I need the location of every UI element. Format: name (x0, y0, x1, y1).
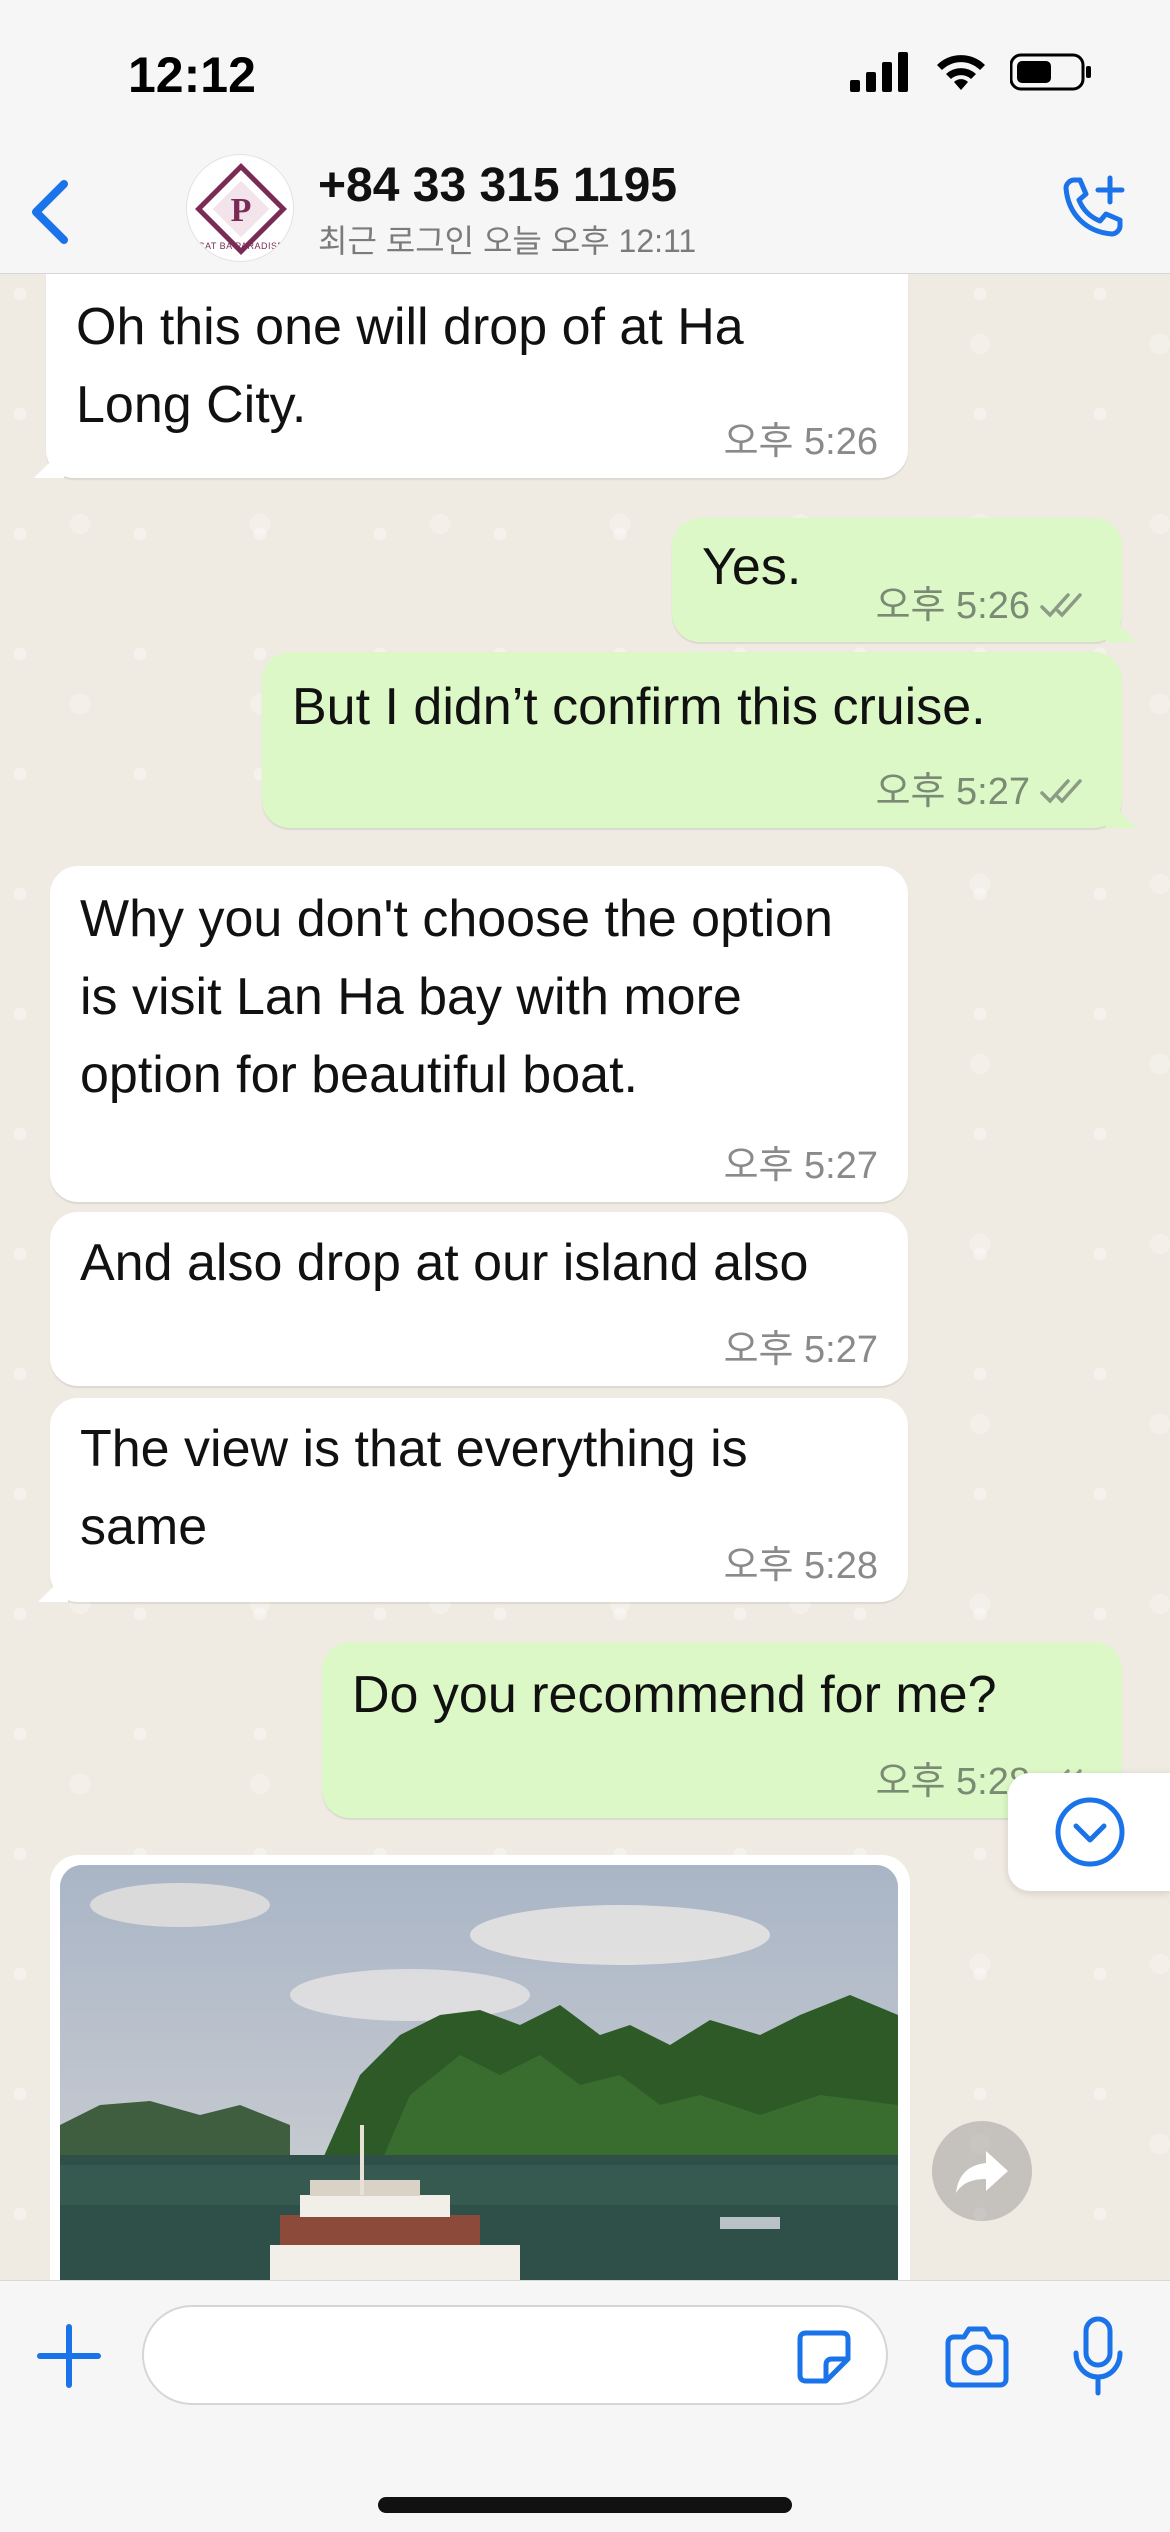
contact-name[interactable]: +84 33 315 1195 (318, 158, 677, 213)
double-check-icon (1040, 779, 1082, 804)
bubble-tail (38, 1572, 68, 1602)
wifi-icon (937, 55, 985, 90)
bubble-tail (34, 448, 64, 478)
back-button[interactable] (22, 172, 82, 252)
microphone-icon (1073, 2316, 1123, 2396)
scroll-to-bottom-button[interactable] (1008, 1773, 1170, 1891)
message-input[interactable] (142, 2305, 888, 2405)
home-indicator (378, 2497, 792, 2513)
microphone-button[interactable] (1068, 2315, 1128, 2399)
sticker-button[interactable] (796, 2329, 852, 2385)
status-bar: 12:12 (0, 0, 1170, 150)
message-bubble-incoming[interactable]: The view is that everything is same 오후 5… (38, 1398, 908, 1602)
chat-area[interactable]: Oh this one will drop of at Ha Long City… (0, 274, 1170, 2280)
sticker-icon (797, 2330, 851, 2384)
message-time-label: 오후 5:27 (875, 771, 1030, 813)
chevron-left-icon (32, 180, 68, 244)
camera-icon (945, 2326, 1009, 2388)
plus-icon (37, 2324, 101, 2388)
message-bubble-outgoing[interactable]: Do you recommend for me? 오후 5:28 (322, 1642, 1136, 1818)
forward-button[interactable] (932, 2121, 1032, 2221)
bubble-tail (1106, 612, 1136, 642)
message-bubble-incoming[interactable]: And also drop at our island also 오후 5:27 (50, 1212, 908, 1386)
message-bubble-outgoing[interactable]: But I didn’t confirm this cruise. 오후 5:2… (262, 652, 1136, 828)
chevron-down-circle-icon (1055, 1797, 1125, 1867)
message-input-bar (0, 2280, 1170, 2532)
message-bubble-incoming[interactable]: Oh this one will drop of at Ha Long City… (34, 274, 908, 478)
message-text: Do you recommend for me? (352, 1666, 997, 1724)
message-text: And also drop at our island also (80, 1234, 809, 1292)
cruise-photo[interactable] (60, 1865, 898, 2280)
message-time: 오후 5:27 (876, 770, 1092, 814)
message-time: 오후 5:27 (723, 1145, 878, 1187)
message-time: 오후 5:27 (723, 1329, 878, 1371)
contact-avatar[interactable]: P CAT BA PARADISE (186, 154, 294, 262)
double-check-icon (1040, 593, 1082, 618)
attach-button[interactable] (34, 2321, 104, 2391)
image-message-bubble[interactable] (50, 1855, 910, 2280)
message-bubble-incoming[interactable]: Why you don't choose the option is visit… (50, 866, 908, 1202)
message-time-label: 오후 5:28 (875, 1761, 1030, 1803)
message-text: But I didn’t confirm this cruise. (292, 678, 986, 736)
battery-icon (1010, 53, 1091, 91)
message-time: 오후 5:26 (723, 421, 878, 463)
message-text: Why you don't choose the option is visit… (80, 890, 833, 1104)
message-bubble-outgoing[interactable]: Yes. 오후 5:26 (672, 518, 1136, 642)
contact-last-seen: 최근 로그인 오늘 오후 12:11 (318, 223, 697, 259)
message-text: The view is that everything is same (80, 1420, 748, 1556)
phone-plus-icon (1063, 175, 1125, 237)
share-arrow-icon (956, 2151, 1008, 2193)
status-icons (850, 52, 1092, 92)
add-call-button[interactable] (1050, 170, 1130, 250)
avatar-caption: CAT BA PARADISE (197, 241, 285, 251)
chat-screen: 12:12 P CAT BA PARADISE +84 33 315 1195 … (0, 0, 1170, 2532)
svg-text:P: P (231, 192, 252, 229)
chat-header: P CAT BA PARADISE +84 33 315 1195 최근 로그인… (0, 150, 1170, 274)
bay-landscape-image (60, 1865, 898, 2280)
cellular-signal-icon (850, 52, 908, 92)
camera-button[interactable] (942, 2325, 1012, 2389)
message-time: 오후 5:28 (723, 1545, 878, 1587)
message-time-label: 오후 5:26 (875, 585, 1030, 627)
message-time: 오후 5:26 (876, 584, 1092, 628)
status-time: 12:12 (128, 47, 256, 103)
bubble-tail (1106, 798, 1136, 828)
